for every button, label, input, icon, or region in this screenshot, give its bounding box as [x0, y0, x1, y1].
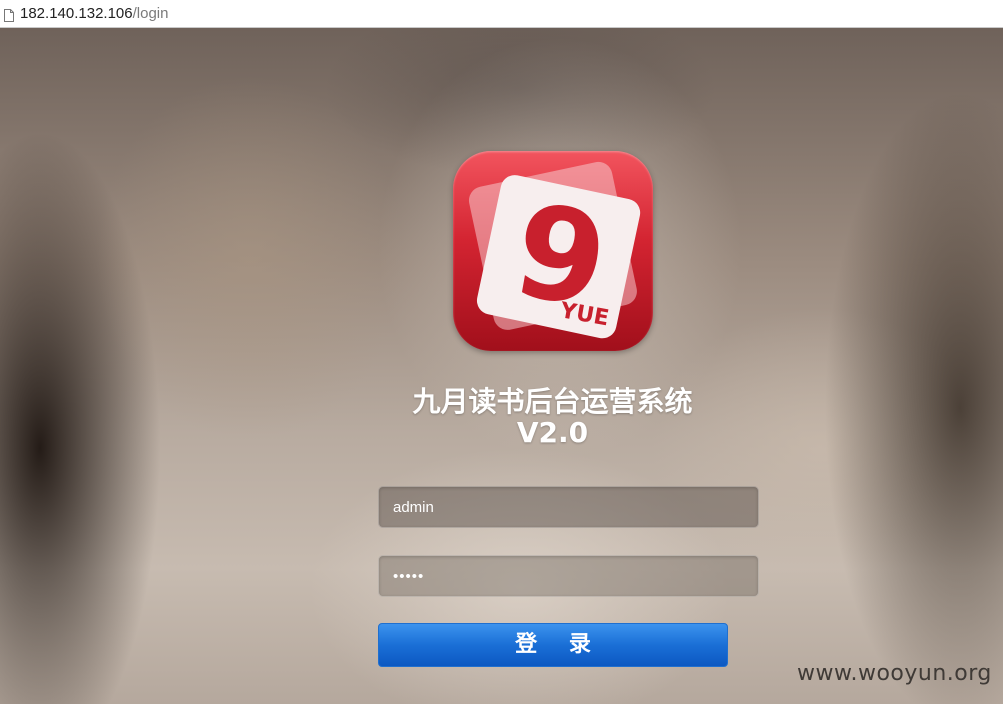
- watermark: www.wooyun.org: [797, 661, 992, 686]
- page-title-line1: 九月读书后台运营系统: [412, 385, 693, 418]
- page-icon: [4, 7, 14, 22]
- page-title: 九月读书后台运营系统 V2.0: [300, 386, 805, 448]
- page-title-version: V2.0: [516, 416, 589, 449]
- url-path: /login: [132, 5, 169, 22]
- password-input[interactable]: [378, 555, 759, 597]
- url-text[interactable]: 182.140.132.106/login: [20, 5, 168, 22]
- login-button[interactable]: 登 录: [378, 623, 728, 667]
- browser-address-bar[interactable]: 182.140.132.106/login: [0, 0, 1003, 28]
- url-host: 182.140.132.106: [20, 5, 133, 22]
- username-input[interactable]: [378, 486, 759, 528]
- blurred-background: [0, 28, 1003, 704]
- app-logo-icon: 9 YUE: [453, 151, 653, 351]
